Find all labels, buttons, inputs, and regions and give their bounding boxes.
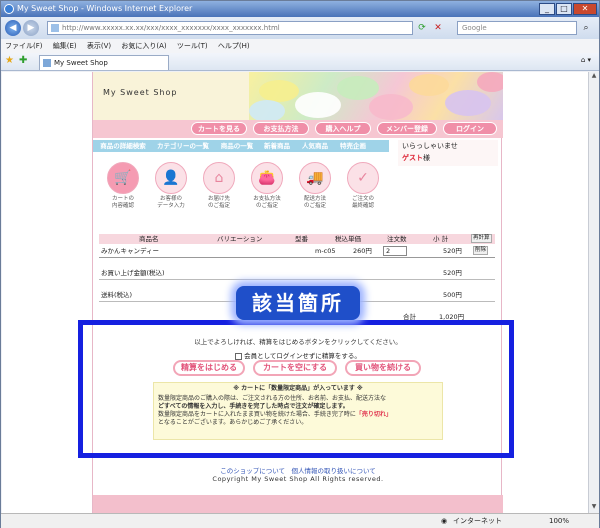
menu-favorites[interactable]: お気に入り(A) [117,39,170,53]
ok-icon: ✓ [347,162,379,194]
shop-name: My Sweet Shop [103,88,178,97]
highlight-frame [78,320,514,458]
recalc-button[interactable]: 再計算 [471,234,492,243]
col-variation: バリエーション [217,235,263,243]
delete-button[interactable]: 削除 [473,246,489,255]
favorites-star-icon[interactable]: ★ [5,55,14,66]
login-button[interactable]: ログイン [443,122,497,135]
menu-file[interactable]: ファイル(F) [1,39,47,53]
product-total-value: 520円 [443,269,462,277]
stop-icon[interactable]: ✕ [431,21,445,35]
status-bar: ◉ インターネット 100% [1,513,599,528]
cat-new-products[interactable]: 新着商品 [259,141,295,151]
shop-header: My Sweet Shop [93,72,503,120]
purse-icon: 👛 [251,162,283,194]
tab-page-icon [43,59,51,67]
welcome-text: いらっしゃいませ [402,142,458,150]
step-delivery-address: ⌂ お届け先 のご指定 [199,162,239,210]
product-total-row: お買い上げ金額(税込) 520円 [99,266,495,280]
menu-view[interactable]: 表示(V) [83,39,115,53]
item-model: m-c05 [315,247,336,255]
cat-detail-search[interactable]: 商品の詳細検索 [95,141,151,151]
person-icon: 👤 [155,162,187,194]
menu-bar: ファイル(F) 編集(E) 表示(V) お気に入り(A) ツール(T) ヘルプ(… [1,39,599,53]
guest-suffix: 様 [423,154,430,162]
truck-icon: 🚚 [299,162,331,194]
table-row: みかんキャンディー m-c05 260円 2 520円 削除 [99,244,495,258]
maximize-button[interactable]: □ [556,3,572,15]
page-icon [51,24,59,32]
item-price: 260円 [353,247,372,255]
ie-logo-icon [4,4,14,14]
zoom-level[interactable]: 100% [549,514,569,528]
menu-help[interactable]: ヘルプ(H) [214,39,254,53]
shop-nav: カートを見る お支払方法 購入ヘルプ メンバー登録 ログイン [93,120,503,138]
close-button[interactable]: ✕ [573,3,597,15]
home-icon[interactable]: ⌂ ▾ [581,56,591,64]
step-final-confirm: ✓ ご注文の 最終確認 [343,162,383,210]
step-customer-data: 👤 お客様の データ入力 [151,162,191,210]
search-icon[interactable]: ⌕ [579,21,593,35]
guest-name: ゲスト [402,154,423,162]
col-price: 税込単価 [335,235,361,243]
col-model: 型番 [295,235,308,243]
tab-bar: ★ ✚ My Sweet Shop ⌂ ▾ [1,53,599,71]
refresh-icon[interactable]: ⟳ [415,21,429,35]
candy-banner-image [249,72,503,120]
window-title: My Sweet Shop - Windows Internet Explore… [17,4,193,13]
welcome-box: いらっしゃいませ ゲスト様 [398,140,498,166]
menu-edit[interactable]: 編集(E) [49,39,81,53]
house-icon: ⌂ [203,162,235,194]
vertical-scrollbar[interactable]: ▲ ▼ [588,72,599,513]
member-register-button[interactable]: メンバー登録 [377,122,437,135]
minimize-button[interactable]: _ [539,3,555,15]
title-bar: My Sweet Shop - Windows Internet Explore… [1,1,599,17]
footer-links[interactable]: このショップについて 個人情報の取り扱いについて [93,465,503,475]
cat-category-list[interactable]: カテゴリーの一覧 [153,141,213,151]
shipping-value: 500円 [443,291,462,299]
footer-bar [93,495,503,513]
purchase-help-button[interactable]: 購入ヘルプ [315,122,371,135]
item-name: みかんキャンディー [101,247,160,255]
cart-table-header: 商品名 バリエーション 型番 税込単価 注文数 小 計 再計算 [99,234,495,244]
scroll-down-icon[interactable]: ▼ [589,503,599,513]
checkout-steps: 🛒 カートの 内容確認 👤 お客様の データ入力 ⌂ お届け先 のご指定 👛 お支払方… [103,162,393,216]
col-name: 商品名 [139,235,159,243]
col-qty: 注文数 [387,235,407,243]
category-bar: 商品の詳細検索 カテゴリーの一覧 商品の一覧 新着商品 人気商品 特売企画 [93,140,389,152]
col-subtotal: 小 計 [433,235,449,243]
forward-icon[interactable]: ▶ [23,20,39,36]
cat-product-list[interactable]: 商品の一覧 [217,141,257,151]
view-cart-button[interactable]: カートを見る [191,122,247,135]
address-field[interactable]: http://www.xxxxx.xx.xx/xxx/xxxx_xxxxxxx/… [47,21,413,35]
item-subtotal: 520円 [443,247,462,255]
tab-my-sweet-shop[interactable]: My Sweet Shop [39,55,169,70]
cart-icon: 🛒 [107,162,139,194]
search-input[interactable]: Google [457,21,577,35]
scroll-up-icon[interactable]: ▲ [589,72,599,82]
copyright: Copyright My Sweet Shop All Rights reser… [212,475,384,483]
address-url: http://www.xxxxx.xx.xx/xxx/xxxx_xxxxxxx/… [62,24,280,32]
add-favorite-icon[interactable]: ✚ [19,55,27,66]
step-payment-method: 👛 お支払方法 のご指定 [247,162,287,210]
qty-input[interactable]: 2 [383,246,407,256]
globe-icon: ◉ [441,517,448,525]
tab-label: My Sweet Shop [54,59,108,67]
highlight-label: 該当箇所 [236,286,360,320]
product-total-label: お買い上げ金額(税込) [101,269,165,277]
shipping-label: 送料(税込) [101,291,133,299]
payment-method-button[interactable]: お支払方法 [253,122,309,135]
search-placeholder: Google [462,24,487,32]
zone-label: インターネット [453,517,502,525]
step-shipping-method: 🚚 配送方法 のご指定 [295,162,335,210]
back-icon[interactable]: ◀ [5,20,21,36]
menu-tools[interactable]: ツール(T) [173,39,212,53]
address-toolbar: ◀ ▶ http://www.xxxxx.xx.xx/xxx/xxxx_xxxx… [1,17,599,39]
cat-popular-products[interactable]: 人気商品 [297,141,333,151]
step-cart-review: 🛒 カートの 内容確認 [103,162,143,210]
cat-special-sale[interactable]: 特売企画 [335,141,371,151]
